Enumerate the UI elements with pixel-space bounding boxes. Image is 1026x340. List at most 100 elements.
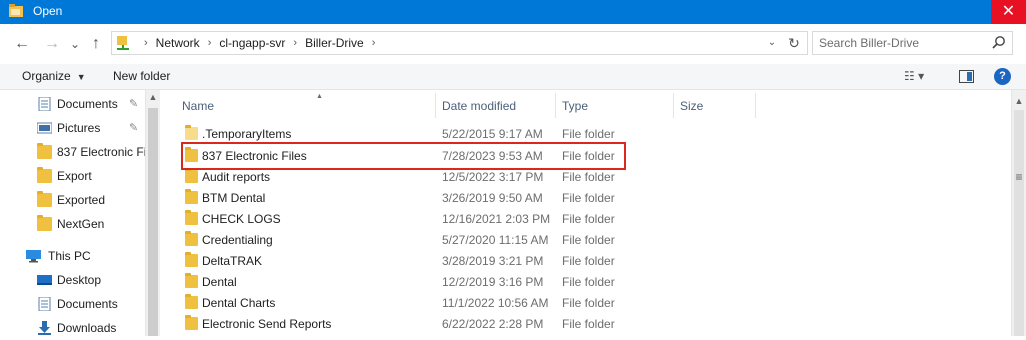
breadcrumb-separator[interactable]: › [208, 32, 212, 54]
scroll-up-icon[interactable]: ▲ [1012, 96, 1026, 106]
nav-item-nextgen[interactable]: NextGen [0, 212, 145, 236]
table-row[interactable]: .TemporaryItems 5/22/2015 9:17 AM File f… [180, 123, 740, 144]
pictures-icon [37, 122, 52, 134]
scrollbar-thumb[interactable] [148, 108, 158, 336]
table-row[interactable]: Credentialing 5/27/2020 11:15 AM File fo… [180, 229, 740, 250]
table-row[interactable]: CHECK LOGS 12/16/2021 2:03 PM File folde… [180, 208, 740, 229]
search-box[interactable] [812, 31, 1013, 55]
file-name: Dental [202, 275, 237, 289]
desktop-icon [37, 275, 52, 285]
nav-item-label: 837 Electronic Fi [57, 145, 145, 159]
column-header-label: Type [562, 99, 589, 113]
back-button[interactable]: ← [12, 34, 32, 54]
table-row[interactable]: Electronic Send Reports 6/22/2022 2:28 P… [180, 313, 740, 334]
address-row: ← → ⌄ ↑ › Network › cl-ngapp-svr › Bille… [0, 24, 1026, 64]
breadcrumb: › Network › cl-ngapp-svr › Biller-Drive … [136, 32, 383, 54]
file-type: File folder [562, 275, 615, 289]
folder-icon [185, 252, 198, 267]
forward-button[interactable]: → [42, 34, 62, 54]
folder-icon [185, 294, 198, 309]
file-name: .TemporaryItems [202, 127, 292, 141]
table-row[interactable]: Dental Charts 11/1/2022 10:56 AM File fo… [180, 292, 740, 313]
pin-icon[interactable]: ✎ [129, 97, 138, 110]
scrollbar-thumb[interactable] [1014, 110, 1024, 336]
nav-item-export[interactable]: Export [0, 164, 145, 188]
folder-icon [37, 143, 52, 159]
breadcrumb-separator[interactable]: › [372, 32, 376, 54]
file-name: Electronic Send Reports [202, 317, 332, 331]
breadcrumb-network[interactable]: Network [156, 32, 200, 54]
table-row[interactable]: DeltaTRAK 3/28/2019 3:21 PM File folder [180, 250, 740, 271]
nav-item-837-electronic-files[interactable]: 837 Electronic Fi [0, 140, 145, 164]
folder-icon [185, 125, 198, 140]
address-dropdown-icon[interactable]: ⌄ [764, 32, 780, 54]
file-date: 5/27/2020 11:15 AM [442, 233, 549, 247]
navigation-pane-scrollbar[interactable]: ▲ [145, 90, 160, 336]
file-date: 6/22/2022 2:28 PM [442, 317, 544, 331]
organize-caret-icon: ▼ [76, 72, 86, 82]
address-bar[interactable]: › Network › cl-ngapp-svr › Biller-Drive … [111, 31, 808, 55]
breadcrumb-separator[interactable]: › [293, 32, 297, 54]
folder-icon [185, 189, 198, 204]
file-list-scrollbar[interactable]: ▲ ≡ [1011, 90, 1026, 336]
file-type: File folder [562, 149, 615, 163]
pin-icon[interactable]: ✎ [129, 121, 138, 134]
nav-item-pictures[interactable]: Pictures ✎ [0, 116, 145, 140]
nav-item-label: Documents [57, 297, 118, 311]
scrollbar-grip-icon: ≡ [1015, 170, 1023, 184]
file-name: 837 Electronic Files [202, 149, 307, 163]
breadcrumb-biller-drive[interactable]: Biller-Drive [305, 32, 364, 54]
table-row[interactable]: Audit reports 12/5/2022 3:17 PM File fol… [180, 166, 740, 187]
nav-item-exported[interactable]: Exported [0, 188, 145, 212]
nav-item-label: Desktop [57, 273, 102, 287]
preview-pane-icon[interactable] [959, 70, 974, 83]
table-row[interactable]: BTM Dental 3/26/2019 9:50 AM File folder [180, 187, 740, 208]
nav-item-this-pc[interactable]: This PC [0, 244, 145, 268]
nav-item-documents-pc[interactable]: Documents [0, 292, 145, 316]
table-row[interactable]: Dental 12/2/2019 3:16 PM File folder [180, 271, 740, 292]
up-button[interactable]: ↑ [86, 34, 106, 54]
column-header-type[interactable]: Type [556, 93, 674, 118]
refresh-icon[interactable]: ↻ [784, 32, 804, 54]
folder-icon [185, 315, 198, 330]
column-header-label: Name [182, 99, 215, 113]
nav-item-documents[interactable]: Documents ✎ [0, 92, 145, 116]
search-input[interactable] [819, 35, 979, 51]
folder-icon [185, 147, 198, 162]
file-type: File folder [562, 254, 615, 268]
column-header-size[interactable]: Size [674, 93, 756, 118]
breadcrumb-server[interactable]: cl-ngapp-svr [219, 32, 285, 54]
nav-item-desktop[interactable]: Desktop [0, 268, 145, 292]
app-icon [9, 4, 23, 17]
navigation-pane: Documents ✎ Pictures ✎ 837 Electronic Fi… [0, 90, 160, 336]
organize-menu[interactable]: Organize ▼ [22, 69, 86, 83]
table-row[interactable]: 837 Electronic Files 7/28/2023 9:53 AM F… [180, 145, 740, 166]
file-list: Name ▲ Date modified Type Size .Temporar… [160, 90, 1011, 336]
command-toolbar: Organize ▼ New folder ☷ ▾ ? [0, 64, 1026, 90]
folder-icon [185, 168, 198, 183]
search-icon[interactable] [991, 35, 1007, 51]
folder-icon [37, 167, 52, 183]
file-date: 12/16/2021 2:03 PM [442, 212, 551, 226]
title-bar: Open ✕ [0, 0, 1026, 24]
file-date: 3/26/2019 9:50 AM [442, 191, 543, 205]
close-button[interactable]: ✕ [991, 0, 1026, 24]
file-type: File folder [562, 296, 615, 310]
column-header-name[interactable]: Name ▲ [176, 93, 436, 118]
column-header-label: Size [680, 99, 704, 113]
nav-item-downloads[interactable]: Downloads [0, 316, 145, 340]
change-view-button[interactable]: ☷ ▾ [904, 69, 924, 83]
nav-item-label: Exported [57, 193, 106, 207]
file-type: File folder [562, 191, 615, 205]
nav-item-label: NextGen [57, 217, 105, 231]
nav-item-label: Downloads [57, 321, 117, 335]
recent-locations-button[interactable]: ⌄ [65, 34, 85, 54]
new-folder-button[interactable]: New folder [113, 69, 170, 83]
column-header-date-modified[interactable]: Date modified [436, 93, 556, 118]
file-name: DeltaTRAK [202, 254, 263, 268]
help-icon[interactable]: ? [994, 68, 1011, 85]
scroll-up-icon[interactable]: ▲ [146, 92, 160, 102]
folder-icon [185, 210, 198, 225]
file-name: BTM Dental [202, 191, 266, 205]
file-name: Dental Charts [202, 296, 276, 310]
